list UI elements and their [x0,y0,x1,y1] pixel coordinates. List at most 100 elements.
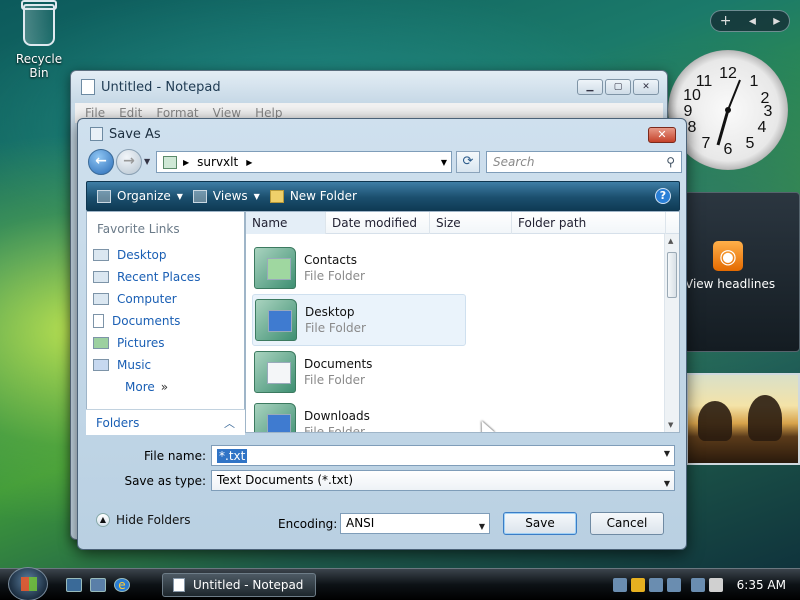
next-gadget-button[interactable]: ▸ [773,13,780,29]
favorite-link-documents[interactable]: Documents [87,310,244,332]
contacts-folder-icon [254,247,296,289]
feed-label[interactable]: View headlines [685,277,775,291]
documents-icon [93,314,104,328]
column-headers: Name Date modified Size Folder path [246,212,679,234]
slideshow-gadget[interactable] [686,373,800,465]
feed-headlines-gadget[interactable]: ◉ View headlines [684,192,800,352]
file-item-downloads[interactable]: Downloads File Folder [252,398,466,433]
more-label: More [125,380,155,394]
breadcrumb-location[interactable]: survxlt [197,155,238,169]
previous-gadget-button[interactable]: ◂ [749,13,756,29]
address-bar[interactable]: ▶ survxlt ▶ ▼ [156,151,452,173]
file-type: File Folder [304,373,365,387]
file-item-contacts[interactable]: Contacts File Folder [252,242,466,294]
system-tray: 6:35 AM [608,571,800,599]
notepad-title: Untitled - Notepad [101,79,221,95]
recycle-bin[interactable]: Recycle Bin [6,0,72,80]
link-label: Documents [112,314,181,328]
help-icon[interactable]: ? [655,188,671,204]
downloads-folder-icon [254,403,296,432]
file-name-input[interactable]: *.txt ▼ [211,445,675,466]
svg-text:9: 9 [684,103,693,120]
close-button[interactable]: ✕ [633,79,659,95]
taskbar-item-notepad[interactable]: Untitled - Notepad [162,573,316,597]
maximize-button[interactable]: ▢ [605,79,631,95]
favorite-link-pictures[interactable]: Pictures [87,332,244,354]
search-icon[interactable]: ⚲ [666,152,675,172]
tree-image [748,395,782,441]
chevron-down-icon[interactable]: ▼ [479,517,485,536]
recent-places-icon [93,271,109,283]
chevron-down-icon[interactable]: ▼ [664,474,670,493]
breadcrumb-separator-icon[interactable]: ▶ [183,158,189,167]
tray-app-icon[interactable] [666,578,681,592]
tray-app-icon[interactable] [612,578,627,592]
save-button[interactable]: Save [503,512,577,535]
search-input[interactable]: Search ⚲ [486,151,682,173]
link-label: Desktop [117,248,167,262]
add-gadget-button[interactable]: + [720,13,732,29]
organize-button[interactable]: Organize ▼ [97,189,183,203]
notepad-title-bar[interactable]: Untitled - Notepad ▁ ▢ ✕ [71,71,667,103]
new-folder-button[interactable]: New Folder [269,189,357,203]
hide-folders-button[interactable]: ▲ Hide Folders [96,513,191,527]
taskbar-clock[interactable]: 6:35 AM [737,578,786,592]
svg-text:6: 6 [724,141,733,158]
file-name: Contacts [304,253,357,267]
show-desktop-icon[interactable] [66,578,82,592]
recycle-bin-icon[interactable] [21,0,57,46]
save-type-select[interactable]: Text Documents (*.txt) ▼ [211,470,675,491]
network-icon[interactable] [690,578,705,592]
svg-text:4: 4 [758,119,767,136]
file-item-desktop[interactable]: Desktop File Folder [252,294,466,346]
scrollbar-thumb[interactable] [667,252,677,298]
taskbar-item-label: Untitled - Notepad [193,578,304,592]
encoding-select[interactable]: ANSI ▼ [340,513,490,534]
back-button[interactable]: ← [88,149,114,175]
file-type: File Folder [304,425,365,433]
recent-pages-dropdown[interactable]: ▼ [144,157,150,166]
more-links[interactable]: More » [87,376,244,398]
internet-explorer-icon[interactable]: e [114,578,130,592]
chevron-up-icon: ▲ [96,513,110,527]
column-date-modified[interactable]: Date modified [326,212,430,234]
tree-image [698,401,732,441]
save-as-dialog: Save As ✕ ← → ▼ ▶ survxlt ▶ ▼ ⟳ Search ⚲… [77,118,687,550]
column-name[interactable]: Name [246,212,326,234]
security-shield-icon[interactable] [630,578,645,592]
start-button[interactable] [8,567,48,600]
favorite-link-computer[interactable]: Computer [87,288,244,310]
favorite-link-music[interactable]: Music [87,354,244,376]
column-size[interactable]: Size [430,212,512,234]
address-dropdown-icon[interactable]: ▼ [441,158,447,167]
favorite-link-recent-places[interactable]: Recent Places [87,266,244,288]
scroll-up-icon[interactable]: ▲ [668,237,673,245]
cancel-button[interactable]: Cancel [590,512,664,535]
favorite-link-desktop[interactable]: Desktop [87,244,244,266]
file-name-value[interactable]: *.txt [217,449,248,463]
tray-app-icon[interactable] [648,578,663,592]
svg-text:7: 7 [702,135,711,152]
dialog-close-button[interactable]: ✕ [648,127,676,143]
computer-icon [93,293,109,305]
views-button[interactable]: Views ▼ [192,189,260,203]
folders-toggle[interactable]: Folders ︿ [86,409,245,435]
chevron-down-icon: ▼ [253,191,260,201]
switch-windows-icon[interactable] [90,578,106,592]
vertical-scrollbar[interactable]: ▲ ▼ [664,234,679,432]
speaker-muted-icon[interactable] [708,578,723,592]
rss-icon: ◉ [713,241,743,271]
documents-folder-icon [254,351,296,393]
dialog-title-bar[interactable]: Save As [78,119,686,149]
forward-button[interactable]: → [116,149,142,175]
minimize-button[interactable]: ▁ [577,79,603,95]
breadcrumb-separator-icon[interactable]: ▶ [246,158,252,167]
scroll-down-icon[interactable]: ▼ [668,421,673,429]
file-name: Documents [304,357,373,371]
refresh-button[interactable]: ⟳ [456,151,480,173]
file-item-documents[interactable]: Documents File Folder [252,346,466,398]
column-folder-path[interactable]: Folder path [512,212,666,234]
folders-label: Folders [96,415,140,430]
new-folder-label: New Folder [289,189,357,203]
chevron-down-icon[interactable]: ▼ [664,449,670,458]
